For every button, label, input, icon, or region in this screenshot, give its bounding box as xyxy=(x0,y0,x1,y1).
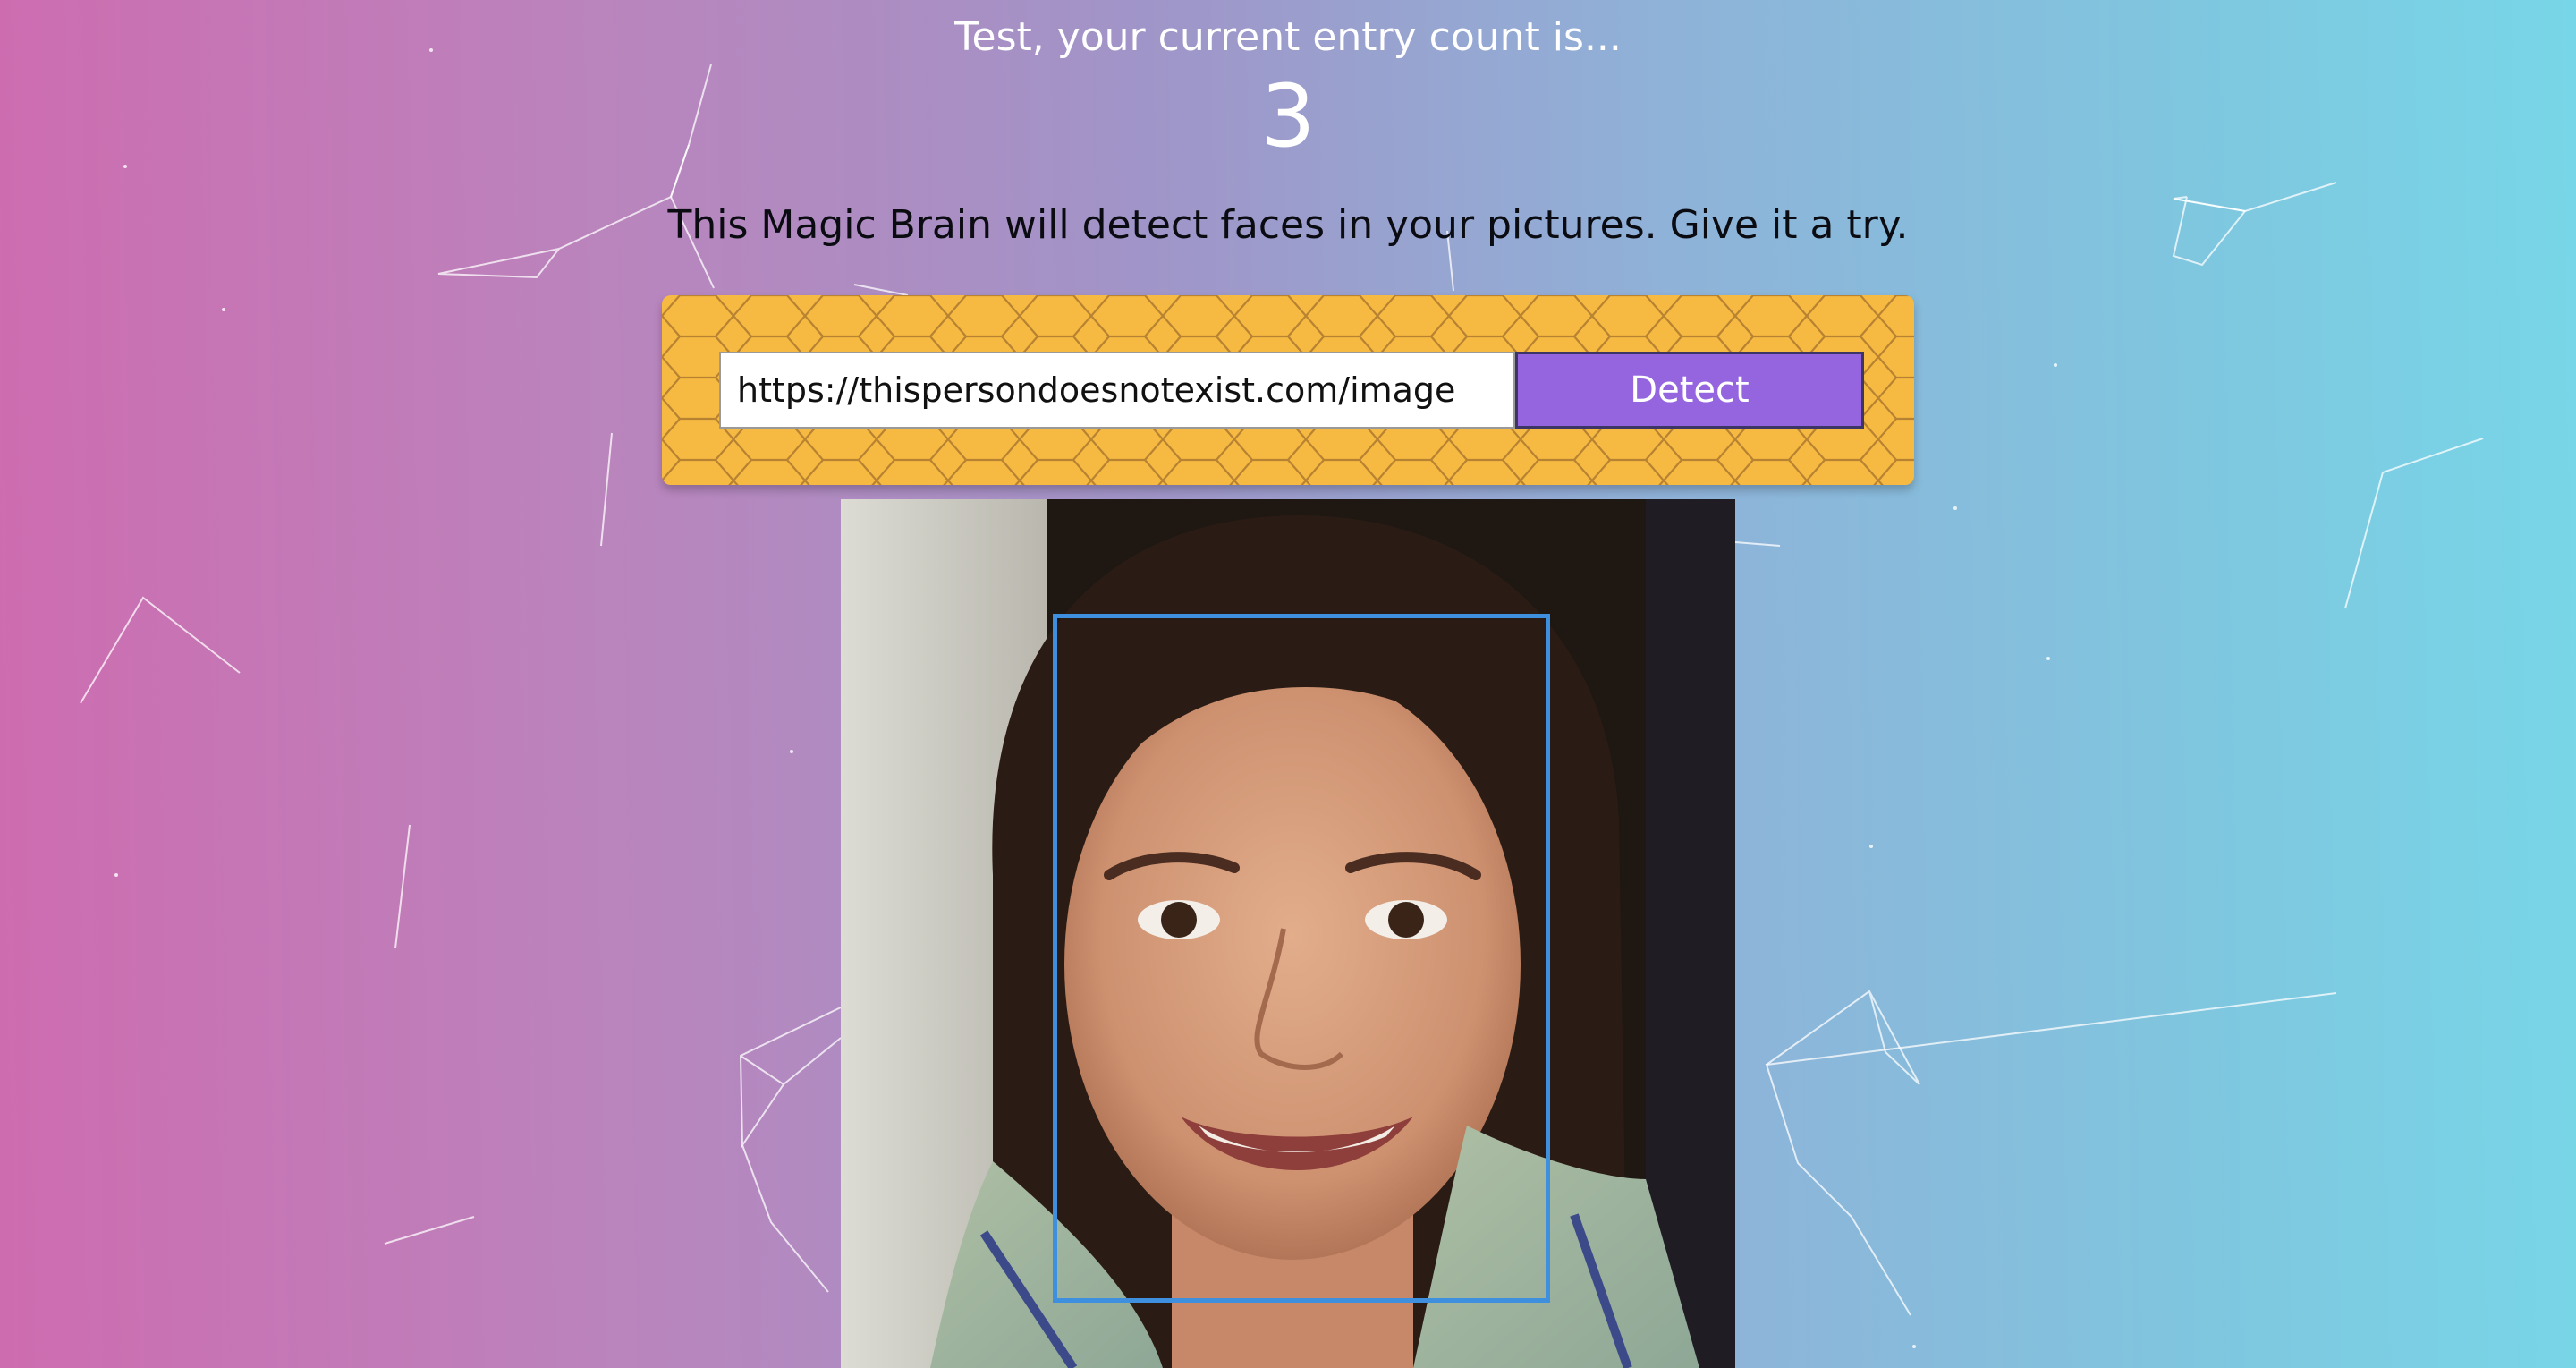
app-content: Test, your current entry count is... 3 T… xyxy=(0,0,2576,1368)
face-image xyxy=(841,499,1735,1368)
image-link-form: Detect xyxy=(662,295,1914,485)
face-bounding-box xyxy=(1053,614,1550,1303)
entry-count-value: 3 xyxy=(1260,66,1316,166)
tagline: This Magic Brain will detect faces in yo… xyxy=(667,202,1909,248)
detect-button[interactable]: Detect xyxy=(1515,352,1864,429)
entry-count-greeting: Test, your current entry count is... xyxy=(954,14,1622,60)
image-url-input[interactable] xyxy=(719,352,1515,429)
